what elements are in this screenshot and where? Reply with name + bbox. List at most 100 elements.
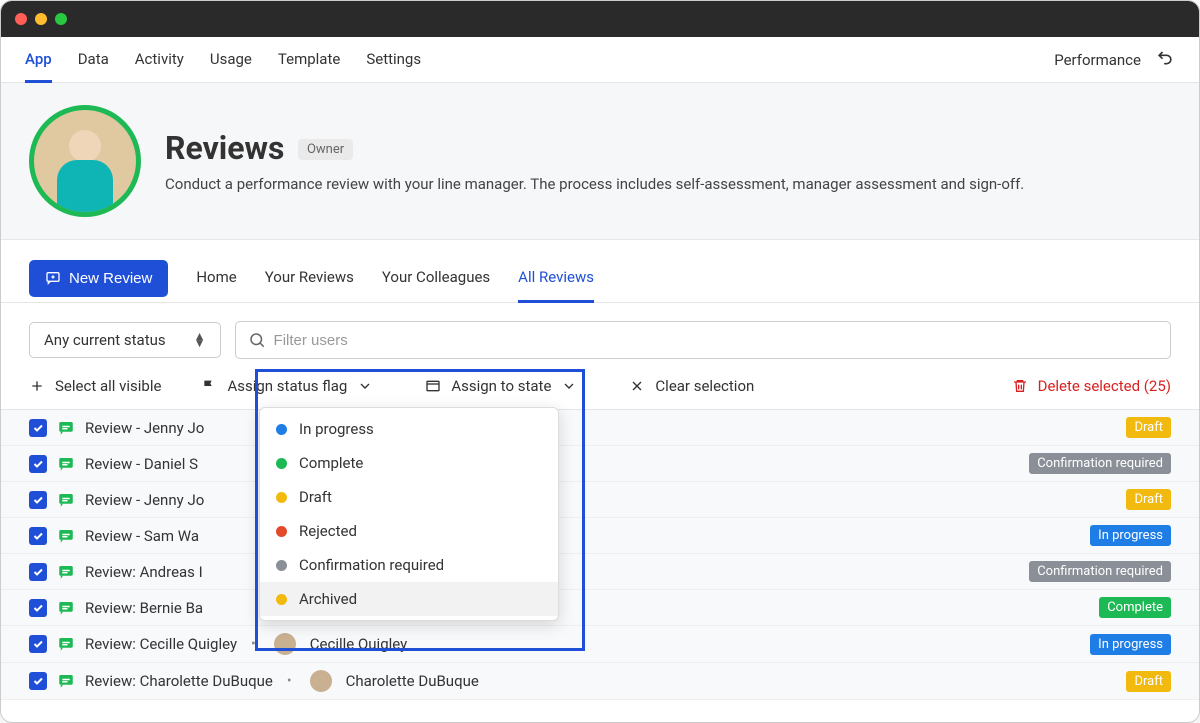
subnav-item-all-reviews[interactable]: All Reviews: [518, 254, 594, 303]
status-dot-icon: [276, 594, 287, 605]
layout-icon: [425, 378, 441, 394]
review-title: Review - Daniel S: [85, 455, 198, 473]
review-list: Review - Jenny Jo Draft Review - Daniel S C…: [1, 409, 1199, 700]
owner-badge: Owner: [298, 139, 353, 160]
dropdown-item-label: Complete: [299, 454, 363, 472]
chevron-down-icon: [357, 378, 373, 394]
performance-link[interactable]: Performance: [1054, 51, 1141, 69]
row-checkbox[interactable]: [29, 563, 47, 581]
undo-icon[interactable]: [1155, 47, 1175, 72]
window-minimize-button[interactable]: [35, 13, 47, 25]
dropdown-item-label: Rejected: [299, 522, 357, 540]
chat-icon: [57, 455, 75, 473]
sub-nav: New Review Home Your Reviews Your Colleagu…: [1, 240, 1199, 303]
status-dot-icon: [276, 526, 287, 537]
review-row[interactable]: Review - Sam Wa In progress: [1, 518, 1199, 554]
delete-selected-button[interactable]: Delete selected (25): [1012, 377, 1171, 395]
status-dot-icon: [276, 458, 287, 469]
search-icon: [248, 331, 266, 349]
separator-icon: •: [251, 636, 256, 652]
new-review-button[interactable]: New Review: [29, 260, 168, 297]
top-nav: App Data Activity Usage Template Settings Per…: [1, 37, 1199, 83]
row-checkbox[interactable]: [29, 527, 47, 545]
chat-plus-icon: [45, 270, 61, 286]
dropdown-item-archived[interactable]: Archived: [260, 582, 558, 616]
dropdown-item-label: Confirmation required: [299, 556, 444, 574]
review-row[interactable]: Review: Cecille Quigley•Cecille QuigleyI…: [1, 626, 1199, 663]
row-checkbox[interactable]: [29, 419, 47, 437]
review-title: Review: Bernie Ba: [85, 599, 203, 617]
row-checkbox[interactable]: [29, 491, 47, 509]
dropdown-item-rejected[interactable]: Rejected: [260, 514, 558, 548]
status-badge: Draft: [1126, 489, 1171, 510]
status-select[interactable]: Any current status ▲▼: [29, 322, 221, 358]
review-row[interactable]: Review: Bernie Ba Complete: [1, 590, 1199, 626]
review-row[interactable]: Review - Jenny JoDraft: [1, 482, 1199, 518]
chat-icon: [57, 527, 75, 545]
review-row[interactable]: Review: Andreas I Confirmation required: [1, 554, 1199, 590]
flag-icon: [201, 378, 217, 394]
status-dot-icon: [276, 424, 287, 435]
row-checkbox[interactable]: [29, 672, 47, 690]
clear-selection-button[interactable]: Clear selection: [629, 377, 754, 395]
topnav-item-data[interactable]: Data: [78, 38, 109, 82]
dropdown-item-in-progress[interactable]: In progress: [260, 412, 558, 446]
status-badge: In progress: [1090, 634, 1171, 655]
window-maximize-button[interactable]: [55, 13, 67, 25]
page-description: Conduct a performance review with your l…: [165, 175, 1024, 193]
app-avatar: [29, 105, 141, 217]
status-dot-icon: [276, 492, 287, 503]
review-row[interactable]: Review - Daniel S Confirmation required: [1, 446, 1199, 482]
topnav-item-usage[interactable]: Usage: [210, 38, 252, 82]
row-checkbox[interactable]: [29, 455, 47, 473]
dropdown-item-label: Draft: [299, 488, 332, 506]
review-row[interactable]: Review - Jenny Jo Draft: [1, 410, 1199, 446]
chat-icon: [57, 599, 75, 617]
assignee-avatar: [310, 670, 332, 692]
status-badge: Confirmation required: [1029, 453, 1171, 474]
topnav-item-template[interactable]: Template: [278, 38, 340, 82]
dropdown-item-complete[interactable]: Complete: [260, 446, 558, 480]
separator-icon: •: [287, 673, 292, 689]
assign-to-state-button[interactable]: Assign to state: [425, 377, 577, 395]
subnav-item-home[interactable]: Home: [196, 254, 236, 302]
review-row[interactable]: Review: Charolette DuBuque•Charolette Du…: [1, 663, 1199, 700]
window-titlebar: [1, 1, 1199, 37]
status-badge: Complete: [1099, 597, 1171, 618]
window-close-button[interactable]: [15, 13, 27, 25]
chat-icon: [57, 672, 75, 690]
new-review-button-label: New Review: [69, 270, 152, 287]
chat-icon: [57, 563, 75, 581]
dropdown-item-draft[interactable]: Draft: [260, 480, 558, 514]
review-title: Review: Andreas I: [85, 563, 203, 581]
chat-icon: [57, 491, 75, 509]
review-title: Review - Sam Wa: [85, 527, 199, 545]
dropdown-item-confirmation-required[interactable]: Confirmation required: [260, 548, 558, 582]
page-header: Reviews Owner Conduct a performance revi…: [1, 83, 1199, 240]
row-checkbox[interactable]: [29, 635, 47, 653]
assignee-avatar: [274, 633, 296, 655]
status-badge: Draft: [1126, 417, 1171, 438]
filter-bar: Any current status ▲▼: [1, 303, 1199, 377]
sort-icon: ▲▼: [194, 333, 206, 347]
row-checkbox[interactable]: [29, 599, 47, 617]
status-dot-icon: [276, 560, 287, 571]
assign-status-flag-button[interactable]: Assign status flag: [201, 377, 373, 395]
subnav-item-your-colleagues[interactable]: Your Colleagues: [382, 254, 490, 302]
plus-icon: [29, 378, 45, 394]
trash-icon: [1012, 378, 1028, 394]
review-title: Review: Charolette DuBuque: [85, 672, 273, 690]
search-input-wrap[interactable]: [235, 321, 1171, 359]
topnav-item-activity[interactable]: Activity: [135, 38, 184, 82]
chat-icon: [57, 419, 75, 437]
dropdown-item-label: In progress: [299, 420, 374, 438]
topnav-item-settings[interactable]: Settings: [366, 38, 421, 82]
search-input[interactable]: [266, 324, 1158, 357]
review-title: Review - Jenny Jo: [85, 419, 204, 437]
subnav-item-your-reviews[interactable]: Your Reviews: [265, 254, 354, 302]
status-badge: In progress: [1090, 525, 1171, 546]
topnav-item-app[interactable]: App: [25, 38, 52, 83]
select-all-visible-button[interactable]: Select all visible: [29, 377, 161, 395]
page-title: Reviews: [165, 129, 284, 167]
assignee-name: Cecille Quigley: [310, 635, 407, 653]
